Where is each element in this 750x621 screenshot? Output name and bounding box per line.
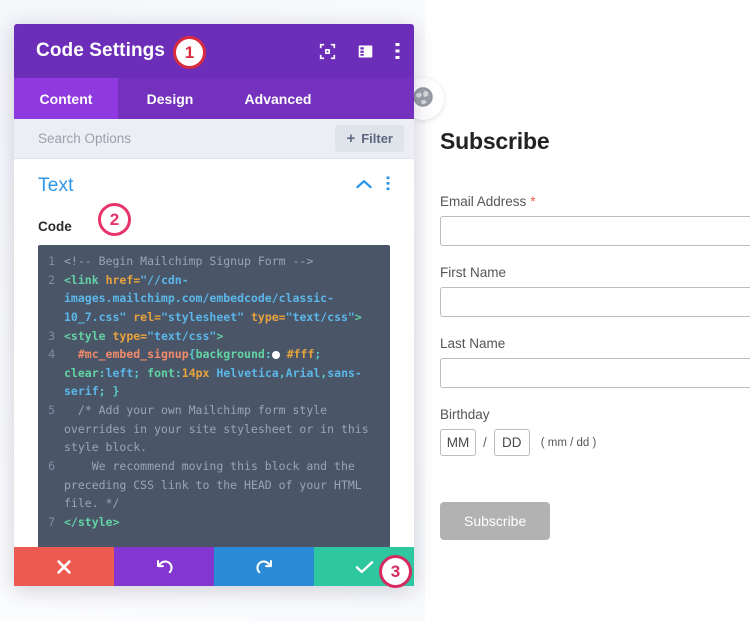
code-line: 2 <link href="//cdn-images.mailchimp.com… bbox=[38, 271, 390, 327]
undo-button[interactable] bbox=[114, 547, 214, 586]
email-field[interactable] bbox=[440, 216, 750, 246]
code-field-label: Code bbox=[38, 219, 72, 234]
callout-badge-1: 1 bbox=[173, 36, 206, 69]
code-editor[interactable]: 1 <!-- Begin Mailchimp Signup Form --> 2… bbox=[38, 245, 390, 547]
modal-header-actions bbox=[319, 42, 400, 61]
fullscreen-icon[interactable] bbox=[319, 43, 336, 60]
date-separator: / bbox=[483, 435, 487, 450]
line-content: #mc_embed_signup{background: #fff; clear… bbox=[64, 347, 362, 399]
code-line: 1 <!-- Begin Mailchimp Signup Form --> bbox=[38, 252, 390, 271]
code-line: 4 #mc_embed_signup{background: #fff; cle… bbox=[38, 345, 390, 401]
search-input[interactable] bbox=[38, 131, 336, 146]
chevron-up-icon[interactable] bbox=[356, 177, 372, 195]
line-number: 3 bbox=[48, 328, 55, 343]
more-vertical-icon[interactable] bbox=[386, 176, 390, 197]
line-content: </style> bbox=[64, 514, 120, 529]
redo-button[interactable] bbox=[214, 547, 314, 586]
undo-icon bbox=[156, 559, 173, 574]
required-asterisk: * bbox=[530, 193, 536, 209]
code-line: 5 /* Add your own Mailchimp form style o… bbox=[38, 401, 390, 457]
subscribe-form-panel: Subscribe Email Address * First Name Las… bbox=[425, 0, 750, 621]
redo-icon bbox=[255, 559, 272, 574]
line-number: 5 bbox=[48, 403, 55, 417]
form-field-birthday: Birthday / ( mm / dd ) bbox=[440, 407, 750, 456]
filter-button-label: Filter bbox=[361, 131, 393, 146]
field-label: Birthday bbox=[440, 407, 490, 422]
section-header-text: Text bbox=[38, 175, 390, 197]
subscribe-submit-button[interactable]: Subscribe bbox=[440, 502, 551, 540]
close-icon bbox=[57, 559, 71, 574]
line-content: <!-- Begin Mailchimp Signup Form --> bbox=[64, 254, 314, 268]
code-scroll-area: 1 <!-- Begin Mailchimp Signup Form --> 2… bbox=[38, 252, 390, 531]
plus-icon: + bbox=[346, 130, 356, 147]
field-label: Last Name bbox=[440, 336, 506, 351]
line-number: 7 bbox=[48, 514, 55, 529]
tab-advanced[interactable]: Advanced bbox=[222, 78, 334, 119]
field-label: First Name bbox=[440, 265, 507, 280]
first-name-field[interactable] bbox=[440, 287, 750, 317]
code-line: 7 </style> bbox=[38, 513, 390, 532]
birth-day-input[interactable] bbox=[493, 429, 530, 456]
form-field-email: Email Address * bbox=[440, 193, 750, 246]
color-swatch bbox=[271, 351, 280, 360]
callout-badge-2: 2 bbox=[98, 203, 131, 236]
modal-header: Code Settings bbox=[14, 24, 414, 78]
page-title: Subscribe bbox=[440, 128, 550, 154]
globe-icon bbox=[412, 86, 434, 113]
last-name-field[interactable] bbox=[440, 358, 750, 388]
form-field-first-name: First Name bbox=[440, 265, 750, 317]
form-field-last-name: Last Name bbox=[440, 336, 750, 388]
layout-split-icon[interactable] bbox=[357, 43, 374, 60]
cancel-button[interactable] bbox=[14, 547, 114, 586]
code-settings-modal: Code Settings Content Design Advanced Se… bbox=[14, 24, 414, 586]
modal-body: Text Code 1 <!-- Begin Mailchimp Signup … bbox=[14, 159, 414, 547]
line-content: <style type="text/css"> bbox=[64, 328, 224, 343]
callout-badge-3: 3 bbox=[379, 555, 412, 588]
date-format-hint: ( mm / dd ) bbox=[540, 436, 597, 449]
modal-action-bar bbox=[14, 547, 414, 586]
field-label-text: Email Address bbox=[440, 194, 527, 209]
search-options-bar: + Filter bbox=[14, 119, 414, 159]
code-line: 3 <style type="text/css"> bbox=[38, 327, 390, 346]
line-number: 2 bbox=[48, 272, 55, 287]
section-title: Text bbox=[38, 175, 74, 196]
check-icon bbox=[355, 560, 373, 573]
modal-tabs: Content Design Advanced bbox=[14, 78, 414, 119]
modal-title: Code Settings bbox=[36, 40, 166, 61]
tab-content[interactable]: Content bbox=[14, 78, 118, 119]
line-content: /* Add your own Mailchimp form style ove… bbox=[64, 403, 376, 455]
line-number: 6 bbox=[48, 458, 55, 473]
birthday-inputs: / ( mm / dd ) bbox=[440, 429, 750, 456]
code-line: 6 We recommend moving this block and the… bbox=[38, 457, 390, 513]
line-number: 4 bbox=[48, 347, 55, 362]
section-tools bbox=[356, 176, 390, 197]
tab-design[interactable]: Design bbox=[118, 78, 222, 119]
more-vertical-icon[interactable] bbox=[395, 42, 400, 61]
line-content: We recommend moving this block and the p… bbox=[64, 458, 369, 511]
line-number: 1 bbox=[48, 254, 55, 268]
filter-button[interactable]: + Filter bbox=[335, 125, 404, 152]
line-content: <link href="//cdn-images.mailchimp.com/e… bbox=[64, 272, 362, 324]
birth-month-input[interactable] bbox=[440, 429, 476, 456]
field-label: Email Address * bbox=[440, 193, 750, 209]
